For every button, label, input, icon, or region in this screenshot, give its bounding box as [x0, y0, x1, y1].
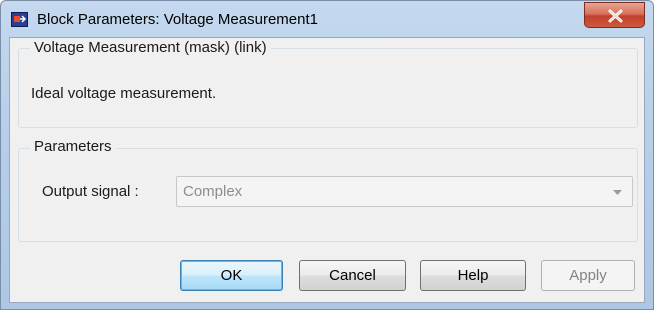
title-bar[interactable]: Block Parameters: Voltage Measurement1: [1, 1, 653, 37]
close-x-icon: [608, 9, 623, 23]
close-button[interactable]: [584, 2, 645, 28]
description-group-legend: Voltage Measurement (mask) (link): [30, 39, 271, 56]
dialog-window: Block Parameters: Voltage Measurement1 V…: [0, 0, 654, 310]
apply-button[interactable]: Apply: [541, 260, 635, 291]
dialog-content: Voltage Measurement (mask) (link) Ideal …: [9, 37, 645, 303]
output-signal-label: Output signal :: [42, 183, 139, 200]
output-signal-dropdown[interactable]: Complex: [176, 176, 633, 207]
simulink-block-icon: [11, 12, 28, 27]
parameters-group-legend: Parameters: [30, 138, 116, 155]
window-title: Block Parameters: Voltage Measurement1: [37, 11, 318, 28]
help-button[interactable]: Help: [420, 260, 526, 291]
cancel-button[interactable]: Cancel: [299, 260, 406, 291]
ok-button[interactable]: OK: [180, 260, 283, 291]
chevron-down-icon: [613, 190, 622, 195]
output-signal-value: Complex: [183, 183, 243, 200]
block-description: Ideal voltage measurement.: [31, 85, 217, 102]
